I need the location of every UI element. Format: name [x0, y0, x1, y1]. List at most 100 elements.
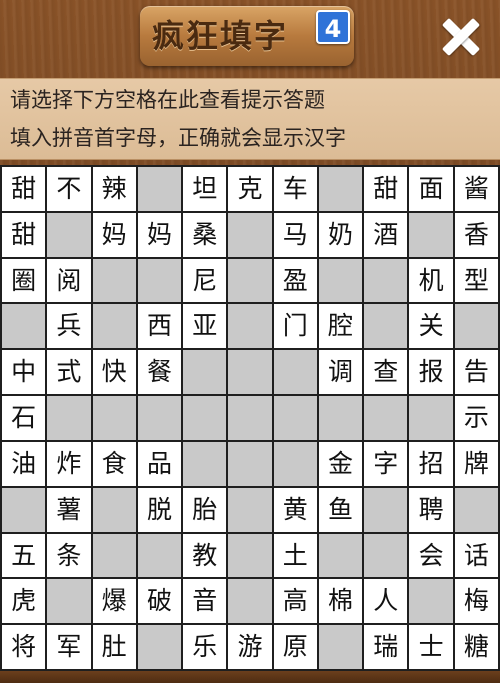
grid-cell[interactable]: 查 — [364, 350, 408, 395]
grid-cell[interactable]: 机 — [409, 258, 453, 303]
grid-cell[interactable]: 酒 — [364, 212, 408, 257]
grid-cell[interactable]: 餐 — [137, 350, 182, 395]
blocked-cell — [454, 304, 498, 349]
grid-cell[interactable]: 招 — [409, 441, 453, 486]
grid-cell[interactable]: 士 — [409, 625, 453, 669]
blocked-cell — [228, 350, 272, 395]
grid-cell[interactable]: 盈 — [273, 258, 317, 303]
grid-cell[interactable]: 胎 — [183, 487, 227, 532]
grid-cell[interactable]: 马 — [273, 212, 317, 257]
grid-cell[interactable]: 克 — [228, 167, 272, 211]
blocked-cell — [228, 487, 272, 532]
grid-cell[interactable]: 兵 — [47, 304, 91, 349]
grid-cell[interactable]: 辣 — [92, 167, 136, 211]
blocked-cell — [228, 579, 272, 624]
grid-cell[interactable]: 甜 — [364, 167, 408, 211]
grid-cell[interactable]: 话 — [454, 533, 498, 578]
blocked-cell — [183, 441, 227, 486]
grid-cell[interactable]: 棉 — [318, 579, 363, 624]
grid-cell[interactable]: 人 — [364, 579, 408, 624]
grid-cell[interactable]: 原 — [273, 625, 317, 669]
blocked-cell — [137, 167, 182, 211]
grid-cell[interactable]: 式 — [47, 350, 91, 395]
close-icon[interactable] — [436, 12, 486, 62]
blocked-cell — [137, 396, 182, 440]
blocked-cell — [409, 396, 453, 440]
grid-cell[interactable]: 快 — [92, 350, 136, 395]
blocked-cell — [228, 258, 272, 303]
grid-cell[interactable]: 品 — [137, 441, 182, 486]
grid-cell[interactable]: 将 — [2, 625, 46, 669]
blocked-cell — [454, 487, 498, 532]
blocked-cell — [318, 396, 363, 440]
game-title: 疯狂填字 — [152, 17, 289, 55]
grid-cell[interactable]: 虎 — [2, 579, 46, 624]
grid-cell[interactable]: 妈 — [137, 212, 182, 257]
grid-cell[interactable]: 不 — [47, 167, 91, 211]
blocked-cell — [228, 304, 272, 349]
grid-cell[interactable]: 报 — [409, 350, 453, 395]
grid-cell[interactable]: 示 — [454, 396, 498, 440]
grid-cell[interactable]: 中 — [2, 350, 46, 395]
grid-cell[interactable]: 聘 — [409, 487, 453, 532]
grid-cell[interactable]: 鱼 — [318, 487, 363, 532]
grid-cell[interactable]: 面 — [409, 167, 453, 211]
blocked-cell — [318, 533, 363, 578]
blocked-cell — [92, 304, 136, 349]
grid-cell[interactable]: 亚 — [183, 304, 227, 349]
grid-cell[interactable]: 乐 — [183, 625, 227, 669]
blocked-cell — [183, 396, 227, 440]
blocked-cell — [228, 441, 272, 486]
grid-cell[interactable]: 会 — [409, 533, 453, 578]
grid-cell[interactable]: 型 — [454, 258, 498, 303]
grid-cell[interactable]: 坦 — [183, 167, 227, 211]
grid-cell[interactable]: 金 — [318, 441, 363, 486]
grid-cell[interactable]: 游 — [228, 625, 272, 669]
grid-cell[interactable]: 梅 — [454, 579, 498, 624]
grid-cell[interactable]: 油 — [2, 441, 46, 486]
grid-cell[interactable]: 阅 — [47, 258, 91, 303]
grid-cell[interactable]: 肚 — [92, 625, 136, 669]
grid-cell[interactable]: 高 — [273, 579, 317, 624]
grid-cell[interactable]: 字 — [364, 441, 408, 486]
grid-cell[interactable]: 糖 — [454, 625, 498, 669]
grid-cell[interactable]: 调 — [318, 350, 363, 395]
grid-cell[interactable]: 牌 — [454, 441, 498, 486]
grid-cell[interactable]: 食 — [92, 441, 136, 486]
grid-cell[interactable]: 甜 — [2, 167, 46, 211]
grid-cell[interactable]: 尼 — [183, 258, 227, 303]
grid-cell[interactable]: 桑 — [183, 212, 227, 257]
grid-cell[interactable]: 黄 — [273, 487, 317, 532]
grid-cell[interactable]: 妈 — [92, 212, 136, 257]
grid-cell[interactable]: 告 — [454, 350, 498, 395]
grid-cell[interactable]: 石 — [2, 396, 46, 440]
grid-cell[interactable]: 破 — [137, 579, 182, 624]
grid-cell[interactable]: 薯 — [47, 487, 91, 532]
grid-cell[interactable]: 奶 — [318, 212, 363, 257]
grid-cell[interactable]: 条 — [47, 533, 91, 578]
grid-cell[interactable]: 甜 — [2, 212, 46, 257]
crossword-grid: 甜不辣坦克车甜面酱甜妈妈桑马奶酒香圈阅尼盈机型兵西亚门腔关中式快餐调查报告石示油… — [0, 165, 500, 671]
grid-cell[interactable]: 关 — [409, 304, 453, 349]
grid-cell[interactable]: 西 — [137, 304, 182, 349]
grid-cell[interactable]: 军 — [47, 625, 91, 669]
grid-cell[interactable]: 腔 — [318, 304, 363, 349]
blocked-cell — [137, 625, 182, 669]
grid-cell[interactable]: 门 — [273, 304, 317, 349]
grid-cell[interactable]: 爆 — [92, 579, 136, 624]
grid-cell[interactable]: 车 — [273, 167, 317, 211]
blocked-cell — [273, 396, 317, 440]
grid-cell[interactable]: 圈 — [2, 258, 46, 303]
grid-cell[interactable]: 土 — [273, 533, 317, 578]
grid-cell[interactable]: 脱 — [137, 487, 182, 532]
grid-cell[interactable]: 教 — [183, 533, 227, 578]
grid-cell[interactable]: 炸 — [47, 441, 91, 486]
hint-instruction-select: 请选择下方空格在此查看提示答题 — [10, 88, 325, 112]
blocked-cell — [92, 487, 136, 532]
grid-cell[interactable]: 五 — [2, 533, 46, 578]
grid-cell[interactable]: 酱 — [454, 167, 498, 211]
grid-cell[interactable]: 音 — [183, 579, 227, 624]
blocked-cell — [47, 396, 91, 440]
grid-cell[interactable]: 香 — [454, 212, 498, 257]
grid-cell[interactable]: 瑞 — [364, 625, 408, 669]
